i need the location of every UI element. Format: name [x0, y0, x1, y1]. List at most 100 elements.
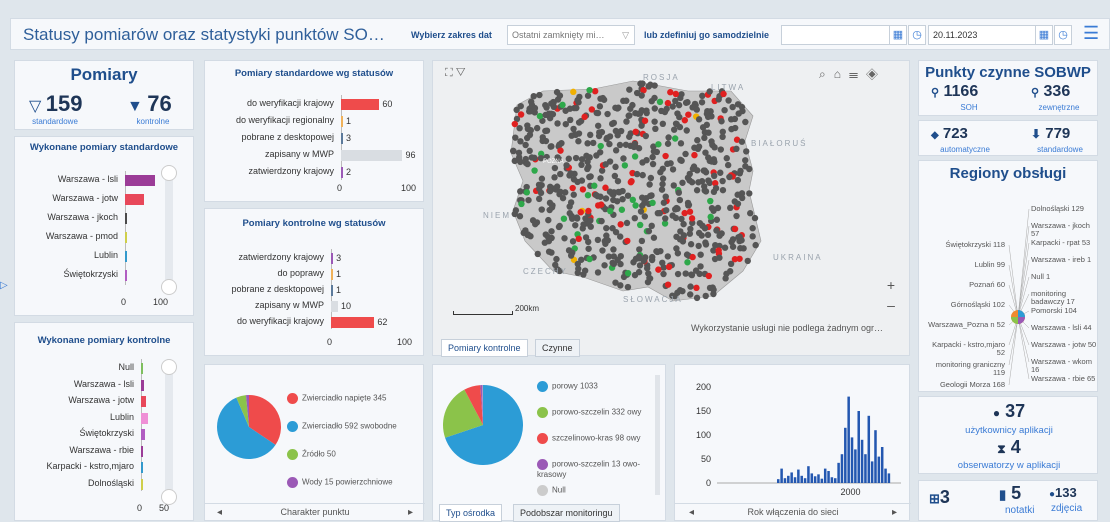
map-point[interactable]	[570, 88, 577, 96]
map-point[interactable]	[553, 255, 560, 263]
histogram-bar[interactable]	[790, 472, 793, 483]
map-point[interactable]	[707, 197, 714, 205]
range-select[interactable]: Ostatni zamknięty mi… ▽	[507, 25, 635, 45]
map-point[interactable]	[635, 110, 642, 117]
map-point[interactable]	[721, 106, 728, 114]
map-point[interactable]	[731, 255, 739, 263]
map-point[interactable]	[590, 139, 597, 147]
date-from-input[interactable]	[781, 25, 891, 45]
map-point[interactable]	[567, 170, 574, 177]
map-point[interactable]	[618, 206, 626, 213]
map-point[interactable]	[660, 270, 667, 278]
histogram-bar[interactable]	[803, 478, 807, 483]
map-point[interactable]	[672, 90, 680, 98]
map-point[interactable]	[569, 238, 577, 245]
map-point[interactable]	[529, 217, 537, 224]
map-point[interactable]	[645, 83, 652, 90]
map-point[interactable]	[584, 158, 591, 165]
map-point[interactable]	[656, 209, 664, 217]
map-point[interactable]	[623, 219, 631, 227]
map-point[interactable]	[626, 112, 633, 119]
bar[interactable]	[125, 232, 127, 243]
map-point[interactable]	[715, 96, 722, 103]
map-point[interactable]	[626, 133, 633, 140]
map-point[interactable]	[526, 147, 533, 155]
scrollbar[interactable]	[165, 165, 173, 293]
map-point[interactable]	[749, 233, 756, 240]
bar[interactable]	[331, 317, 375, 328]
histogram-bar[interactable]	[807, 466, 810, 483]
map-point[interactable]	[530, 92, 537, 100]
bar[interactable]	[125, 194, 145, 205]
histogram-bar[interactable]	[854, 449, 857, 483]
map-point[interactable]	[746, 165, 753, 173]
clock-to-icon[interactable]: ◷	[1054, 25, 1072, 45]
map-point[interactable]	[604, 110, 611, 118]
map-point[interactable]	[594, 122, 602, 129]
map-point[interactable]	[574, 260, 581, 268]
map-point[interactable]	[575, 119, 583, 126]
map-point[interactable]	[683, 251, 691, 258]
histogram-bar[interactable]	[864, 454, 867, 483]
pie2-scrollbar[interactable]	[655, 375, 660, 495]
map-point[interactable]	[607, 207, 614, 215]
map-point[interactable]	[663, 207, 670, 214]
map-point[interactable]	[659, 259, 666, 267]
bar[interactable]	[125, 213, 127, 224]
histogram-bar[interactable]	[800, 475, 803, 483]
map-point[interactable]	[699, 92, 706, 100]
map-point[interactable]	[649, 160, 657, 168]
map-point[interactable]	[647, 174, 655, 182]
map-point[interactable]	[512, 134, 519, 141]
histogram-bar[interactable]	[880, 447, 884, 483]
map-point[interactable]	[619, 195, 626, 203]
map-point[interactable]	[594, 269, 602, 276]
map-point[interactable]	[660, 199, 668, 206]
map-point[interactable]	[646, 181, 653, 188]
map-point[interactable]	[719, 186, 727, 194]
map-point[interactable]	[522, 141, 529, 149]
map-point[interactable]	[566, 105, 574, 112]
map-point[interactable]	[640, 257, 648, 264]
map-point[interactable]	[718, 118, 725, 125]
map-point[interactable]	[557, 147, 564, 154]
map-point[interactable]	[542, 101, 549, 109]
map-point[interactable]	[612, 279, 619, 286]
bar[interactable]	[141, 396, 147, 407]
map-point[interactable]	[653, 248, 660, 255]
map-point[interactable]	[581, 267, 589, 274]
map-point[interactable]	[659, 165, 667, 172]
map-point[interactable]	[570, 191, 577, 198]
map-point[interactable]	[743, 148, 750, 155]
map-point[interactable]	[597, 175, 604, 182]
map-point[interactable]	[723, 270, 730, 277]
map-point[interactable]	[525, 196, 532, 204]
map-point[interactable]	[687, 241, 695, 248]
map-point[interactable]	[671, 206, 679, 213]
map-point[interactable]	[639, 171, 646, 179]
map-point[interactable]	[557, 170, 564, 178]
map-point[interactable]	[612, 163, 619, 171]
map-point[interactable]	[684, 199, 692, 207]
map-point[interactable]	[705, 177, 712, 184]
map-point[interactable]	[575, 138, 582, 145]
map-point[interactable]	[635, 253, 643, 260]
map-point[interactable]	[548, 110, 555, 118]
map-point[interactable]	[651, 82, 658, 89]
map-point[interactable]	[684, 99, 691, 106]
map-point[interactable]	[682, 150, 689, 158]
map-point[interactable]	[542, 127, 549, 135]
histogram-bar[interactable]	[884, 468, 887, 483]
map-point[interactable]	[643, 156, 650, 164]
map-point[interactable]	[664, 160, 671, 168]
map-point[interactable]	[581, 113, 588, 121]
bar[interactable]	[341, 133, 343, 144]
map-point[interactable]	[638, 92, 645, 99]
scrollbar[interactable]	[165, 359, 173, 503]
bar[interactable]	[141, 445, 144, 457]
map-point[interactable]	[664, 253, 672, 260]
map-point[interactable]	[670, 126, 678, 133]
map-point[interactable]	[667, 89, 674, 96]
map-point[interactable]	[594, 192, 601, 200]
map-point[interactable]	[585, 207, 592, 215]
